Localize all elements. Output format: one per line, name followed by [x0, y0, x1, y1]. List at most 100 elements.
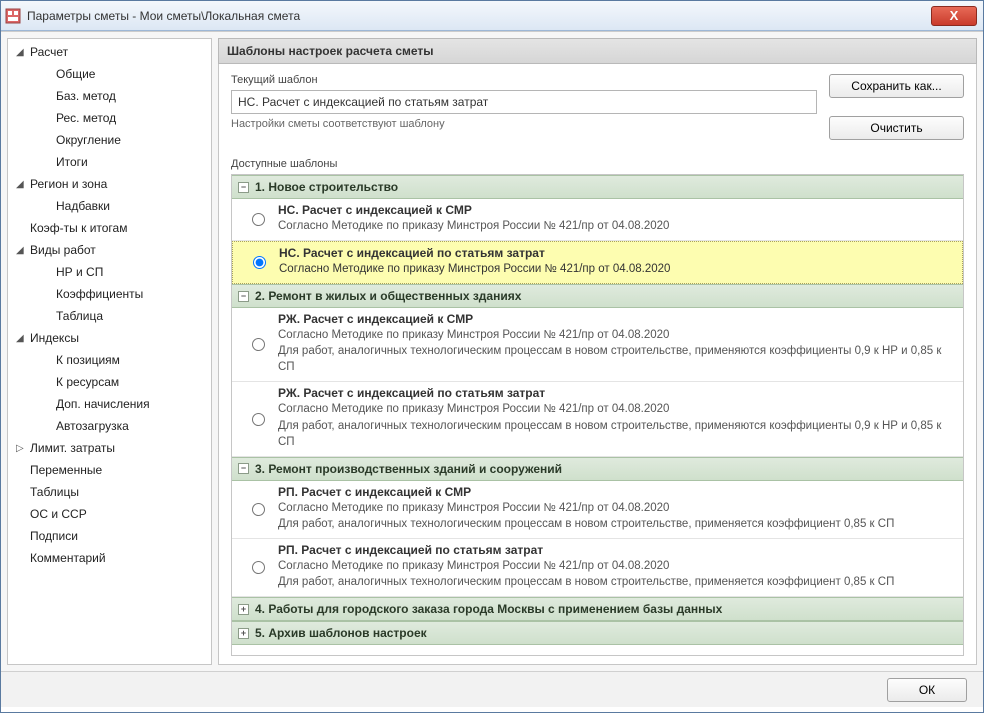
sidebar-item-label: Рес. метод	[56, 111, 116, 125]
expand-icon: −	[238, 291, 249, 302]
sidebar-item-22[interactable]: Подписи	[8, 525, 211, 547]
sidebar-item-15[interactable]: К ресурсам	[8, 371, 211, 393]
template-title: РП. Расчет с индексацией к СМР	[278, 485, 957, 499]
sidebar-item-label: Доп. начисления	[56, 397, 150, 411]
templates-list[interactable]: −1. Новое строительствоНС. Расчет с инде…	[231, 174, 964, 656]
close-icon: X	[950, 8, 959, 23]
template-desc: Согласно Методике по приказу Минстроя Ро…	[278, 500, 957, 532]
sidebar-item-label: Таблица	[56, 309, 103, 323]
tree-arrow-icon: ◢	[16, 47, 28, 58]
sidebar-item-11[interactable]: Коэффициенты	[8, 283, 211, 305]
sidebar-item-10[interactable]: НР и СП	[8, 261, 211, 283]
sidebar-item-3[interactable]: Рес. метод	[8, 107, 211, 129]
close-button[interactable]: X	[931, 6, 977, 26]
sidebar-item-label: НР и СП	[56, 265, 103, 279]
group-title: 4. Работы для городского заказа города М…	[255, 602, 722, 616]
clear-button[interactable]: Очистить	[829, 116, 964, 140]
expand-icon: +	[238, 628, 249, 639]
template-title: РЖ. Расчет с индексацией к СМР	[278, 312, 957, 326]
template-desc: Согласно Методике по приказу Минстроя Ро…	[278, 558, 957, 590]
sidebar-item-12[interactable]: Таблица	[8, 305, 211, 327]
expand-icon: −	[238, 463, 249, 474]
expand-icon: −	[238, 182, 249, 193]
sidebar-item-23[interactable]: Комментарий	[8, 547, 211, 569]
tree-arrow-icon: ◢	[16, 333, 28, 344]
sidebar-item-13[interactable]: ◢Индексы	[8, 327, 211, 349]
sidebar-item-14[interactable]: К позициям	[8, 349, 211, 371]
sidebar-item-2[interactable]: Баз. метод	[8, 85, 211, 107]
sidebar-item-7[interactable]: Надбавки	[8, 195, 211, 217]
sidebar-item-18[interactable]: ▷Лимит. затраты	[8, 437, 211, 459]
sidebar-item-0[interactable]: ◢Расчет	[8, 41, 211, 63]
sidebar-item-label: Баз. метод	[56, 89, 116, 103]
window-title: Параметры сметы - Мои сметы\Локальная см…	[27, 9, 931, 23]
group-header-1[interactable]: −2. Ремонт в жилых и общественных здания…	[232, 284, 963, 308]
template-radio[interactable]	[252, 561, 265, 574]
sidebar-item-20[interactable]: Таблицы	[8, 481, 211, 503]
template-radio[interactable]	[252, 213, 265, 226]
template-row[interactable]: РП. Расчет с индексацией по статьям затр…	[232, 539, 963, 597]
group-header-3[interactable]: +4. Работы для городского заказа города …	[232, 597, 963, 621]
template-title: НС. Расчет с индексацией по статьям затр…	[279, 246, 956, 260]
group-title: 3. Ремонт производственных зданий и соор…	[255, 462, 562, 476]
template-row[interactable]: РП. Расчет с индексацией к СМРСогласно М…	[232, 481, 963, 539]
template-title: РЖ. Расчет с индексацией по статьям затр…	[278, 386, 957, 400]
template-radio[interactable]	[252, 413, 265, 426]
ok-button[interactable]: ОК	[887, 678, 967, 702]
dialog-window: Параметры сметы - Мои сметы\Локальная см…	[0, 0, 984, 713]
sidebar-item-4[interactable]: Округление	[8, 129, 211, 151]
sidebar-item-19[interactable]: Переменные	[8, 459, 211, 481]
sidebar-item-label: Округление	[56, 133, 121, 147]
group-title: 2. Ремонт в жилых и общественных зданиях	[255, 289, 521, 303]
sidebar-item-21[interactable]: ОС и ССР	[8, 503, 211, 525]
sidebar-item-17[interactable]: Автозагрузка	[8, 415, 211, 437]
tree-arrow-icon: ◢	[16, 179, 28, 190]
sidebar-item-6[interactable]: ◢Регион и зона	[8, 173, 211, 195]
template-radio[interactable]	[252, 503, 265, 516]
template-desc: Согласно Методике по приказу Минстроя Ро…	[279, 261, 956, 277]
sidebar-item-1[interactable]: Общие	[8, 63, 211, 85]
template-radio[interactable]	[253, 256, 266, 269]
app-icon	[5, 8, 21, 24]
sidebar-item-label: Лимит. затраты	[30, 441, 115, 455]
tree-arrow-icon: ▷	[16, 443, 28, 454]
sidebar[interactable]: ◢Расчет Общие Баз. метод Рес. метод Округлен…	[7, 38, 212, 665]
titlebar: Параметры сметы - Мои сметы\Локальная см…	[1, 1, 983, 31]
sidebar-item-5[interactable]: Итоги	[8, 151, 211, 173]
group-title: 1. Новое строительство	[255, 180, 398, 194]
template-row[interactable]: РЖ. Расчет с индексацией по статьям затр…	[232, 382, 963, 456]
template-match-note: Настройки сметы соответствуют шаблону	[231, 118, 817, 130]
group-header-2[interactable]: −3. Ремонт производственных зданий и соо…	[232, 457, 963, 481]
template-desc: Согласно Методике по приказу Минстроя Ро…	[278, 401, 957, 449]
current-template-input[interactable]	[231, 90, 817, 114]
save-as-button[interactable]: Сохранить как...	[829, 74, 964, 98]
panel-content: Текущий шаблон Настройки сметы соответст…	[218, 64, 977, 665]
sidebar-item-label: Виды работ	[30, 243, 96, 257]
available-templates-label: Доступные шаблоны	[231, 158, 964, 170]
sidebar-item-label: Автозагрузка	[56, 419, 129, 433]
template-row[interactable]: РЖ. Расчет с индексацией к СМРСогласно М…	[232, 308, 963, 382]
template-row[interactable]: НС. Расчет с индексацией по статьям затр…	[232, 241, 963, 284]
main-panel: Шаблоны настроек расчета сметы Текущий ш…	[218, 38, 977, 665]
sidebar-item-label: Комментарий	[30, 551, 106, 565]
sidebar-item-label: Коэф-ты к итогам	[30, 221, 127, 235]
sidebar-item-label: Общие	[56, 67, 95, 81]
sidebar-item-label: Переменные	[30, 463, 102, 477]
sidebar-item-16[interactable]: Доп. начисления	[8, 393, 211, 415]
sidebar-item-label: ОС и ССР	[30, 507, 87, 521]
sidebar-item-label: Регион и зона	[30, 177, 107, 191]
group-header-0[interactable]: −1. Новое строительство	[232, 175, 963, 199]
sidebar-item-8[interactable]: Коэф-ты к итогам	[8, 217, 211, 239]
template-title: РП. Расчет с индексацией по статьям затр…	[278, 543, 957, 557]
sidebar-item-label: Индексы	[30, 331, 79, 345]
sidebar-item-label: Коэффициенты	[56, 287, 143, 301]
sidebar-item-label: К позициям	[56, 353, 120, 367]
dialog-body: ◢Расчет Общие Баз. метод Рес. метод Округлен…	[1, 31, 983, 671]
template-row[interactable]: НС. Расчет с индексацией к СМРСогласно М…	[232, 199, 963, 241]
template-title: НС. Расчет с индексацией к СМР	[278, 203, 957, 217]
sidebar-item-9[interactable]: ◢Виды работ	[8, 239, 211, 261]
group-header-4[interactable]: +5. Архив шаблонов настроек	[232, 621, 963, 645]
template-radio[interactable]	[252, 338, 265, 351]
tree-arrow-icon: ◢	[16, 245, 28, 256]
current-template-label: Текущий шаблон	[231, 74, 817, 86]
